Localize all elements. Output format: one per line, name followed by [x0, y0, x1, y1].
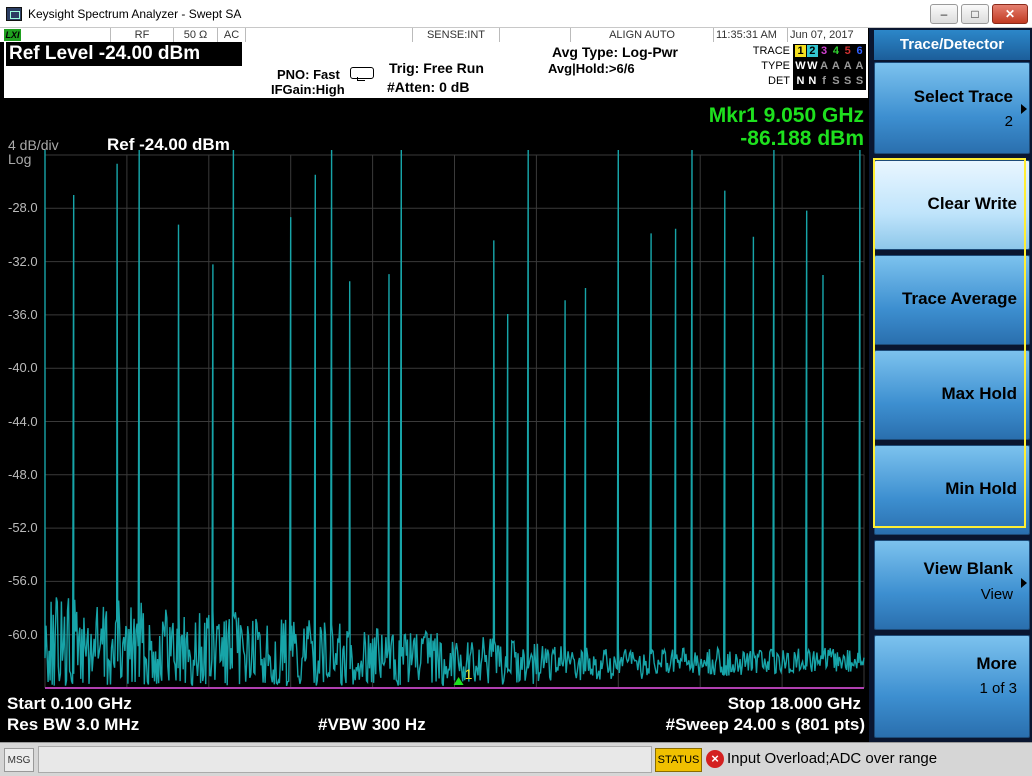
ref-value-label: Ref -24.00 dBm [107, 135, 230, 154]
error-icon: × [706, 750, 724, 768]
det-row-label: DET [768, 75, 790, 87]
more-value: 1 of 3 [979, 680, 1017, 697]
trace-type-4: A [831, 60, 840, 72]
avg-type-label: Avg Type: Log-Pwr [552, 44, 678, 60]
trigger-icon [350, 67, 374, 81]
res-bw[interactable]: Res BW 3.0 MHz [7, 715, 139, 735]
lxi-badge: LXI [4, 29, 21, 41]
message-field [38, 746, 652, 773]
y-tick-label: -44.0 [8, 413, 38, 429]
softkey-panel: Trace/Detector Select Trace 2 Clear Writ… [869, 28, 1032, 742]
msg-label: MSG [4, 748, 34, 772]
ref-level-readout[interactable]: Ref Level -24.00 dBm [6, 42, 242, 66]
atten-label: #Atten: 0 dB [387, 79, 470, 95]
scale-type: Log [8, 151, 32, 167]
y-tick-label: -32.0 [8, 253, 38, 269]
trace-number-6: 6 [856, 45, 863, 57]
sweep-time[interactable]: #Sweep 24.00 s (801 pts) [666, 715, 865, 735]
marker-frequency: Mkr1 9.050 GHz [708, 104, 864, 127]
trace-detector-4: S [832, 75, 840, 87]
graticule [44, 154, 865, 689]
trace-detector-2: N [808, 75, 817, 87]
trace-detector-6: S [855, 75, 864, 87]
select-trace-softkey[interactable]: Select Trace 2 [874, 62, 1030, 154]
view-blank-softkey[interactable]: View Blank View [874, 540, 1030, 630]
pno-label: PNO: Fast [277, 67, 340, 82]
scale-per-div: 4 dB/div [8, 137, 59, 153]
date-label: Jun 07, 2017 [790, 29, 854, 41]
rf-input-label: RF [110, 28, 174, 42]
window-title-bar: Keysight Spectrum Analyzer - Swept SA – … [0, 0, 1032, 28]
y-tick-label: -28.0 [8, 200, 38, 216]
measurement-header: Ref Level -24.00 dBm PNO: Fast IFGain:Hi… [4, 42, 868, 98]
window-title: Keysight Spectrum Analyzer - Swept SA [28, 7, 242, 21]
trace-average-softkey[interactable]: Trace Average [874, 255, 1030, 345]
more-softkey[interactable]: More 1 of 3 [874, 635, 1030, 738]
submenu-arrow-icon [1021, 578, 1027, 588]
trace-number-5: 5 [844, 45, 851, 57]
trace-detector-1: N [796, 75, 805, 87]
close-button[interactable]: ✕ [992, 4, 1028, 24]
trigger-label: Trig: Free Run [389, 60, 484, 76]
vbw[interactable]: #VBW 300 Hz [318, 715, 426, 735]
trace-type-5: A [843, 60, 852, 72]
coupling-label: AC [218, 28, 246, 42]
max-hold-label: Max Hold [941, 384, 1017, 403]
y-tick-label: -56.0 [8, 573, 38, 589]
select-trace-label: Select Trace [913, 87, 1013, 106]
status-row: LXI RF 50 Ω AC SENSE:INT ALIGN AUTO 11:3… [0, 28, 868, 42]
trace-number-1: 1 [795, 45, 806, 57]
clear-write-label: Clear Write [927, 194, 1017, 213]
app-icon [6, 7, 22, 21]
y-tick-label: -52.0 [8, 520, 38, 536]
max-hold-softkey[interactable]: Max Hold [874, 350, 1030, 440]
status-button[interactable]: STATUS [655, 748, 702, 772]
min-hold-softkey[interactable]: Min Hold [874, 445, 1030, 535]
spectrum-display[interactable]: 1 Mkr1 9.050 GHz -86.188 dBm 4 dB/div Lo… [4, 98, 868, 742]
align-label: ALIGN AUTO [570, 28, 714, 42]
marker-1-label: 1 [465, 666, 473, 682]
avg-hold-label: Avg|Hold:>6/6 [548, 61, 635, 76]
trace-type-6: A [855, 60, 864, 72]
ifgain-label: IFGain:High [271, 82, 345, 97]
trace-number-4: 4 [832, 45, 839, 57]
y-tick-label: -48.0 [8, 466, 38, 482]
y-tick-label: -60.0 [8, 626, 38, 642]
view-blank-label: View Blank [923, 559, 1013, 578]
type-row-label: TYPE [761, 60, 790, 72]
stop-frequency[interactable]: Stop 18.000 GHz [728, 694, 861, 714]
trace-type-2: W [807, 60, 818, 72]
more-label: More [976, 654, 1017, 673]
y-tick-label: -40.0 [8, 360, 38, 376]
y-tick-label: -36.0 [8, 306, 38, 322]
trace-type-3: A [820, 60, 829, 72]
error-message: Input Overload;ADC over range [727, 750, 938, 767]
sense-label: SENSE:INT [412, 28, 500, 42]
marker-amplitude: -86.188 dBm [740, 127, 864, 150]
trace-number-2: 2 [806, 45, 818, 57]
trace-average-label: Trace Average [902, 289, 1017, 308]
maximize-button[interactable]: □ [961, 4, 989, 24]
message-bar: MSG STATUS × Input Overload;ADC over ran… [0, 742, 1032, 776]
trace-type-1: W [795, 60, 806, 72]
softkey-menu-title: Trace/Detector [874, 30, 1030, 60]
minimize-button[interactable]: – [930, 4, 958, 24]
select-trace-value: 2 [1004, 113, 1013, 130]
clear-write-softkey[interactable]: Clear Write [874, 160, 1030, 250]
start-frequency[interactable]: Start 0.100 GHz [7, 694, 132, 714]
impedance-label: 50 Ω [174, 28, 218, 42]
time-label: 11:35:31 AM [714, 28, 788, 42]
trace-row-label: TRACE [752, 45, 790, 57]
min-hold-label: Min Hold [945, 479, 1017, 498]
trace-number-3: 3 [821, 45, 828, 57]
trace-detector-5: S [844, 75, 852, 87]
trace-detector-3: f [822, 75, 826, 87]
spectrum-plot: 1 [44, 149, 865, 689]
view-blank-value: View [980, 586, 1013, 603]
submenu-arrow-icon [1021, 104, 1027, 114]
